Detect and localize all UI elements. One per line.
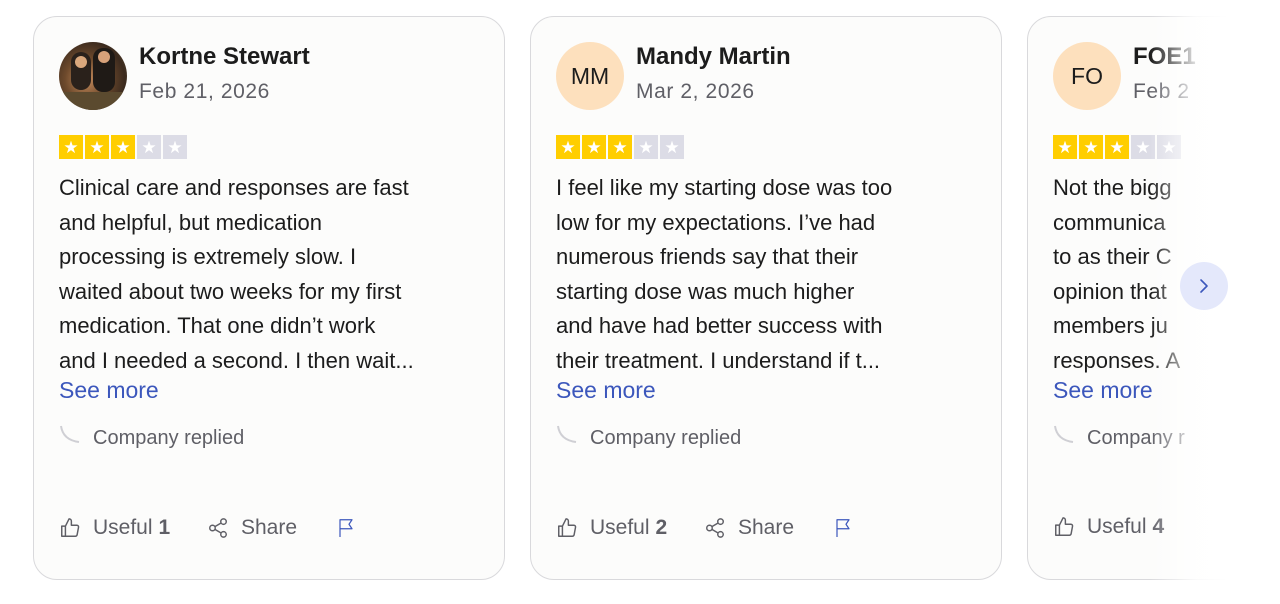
share-label: Share	[738, 516, 795, 539]
review-text: Clinical care and responses are fast and…	[59, 171, 479, 378]
star-icon: ★	[1053, 135, 1077, 159]
reviewer-name[interactable]: Mandy Martin	[636, 43, 791, 71]
useful-count: 1	[158, 516, 171, 539]
star-icon: ★	[59, 135, 83, 159]
review-text-line: Clinical care and responses are fast	[59, 175, 409, 200]
star-icon: ★	[137, 135, 161, 159]
see-more-link[interactable]: See more	[1053, 377, 1153, 404]
chevron-right-icon	[1200, 279, 1208, 293]
star-icon: ★	[163, 135, 187, 159]
review-actions: Useful 1 Share	[59, 515, 367, 541]
share-icon	[706, 518, 724, 538]
review-text-line: medication. That one didn’t work	[59, 313, 376, 338]
star-icon: ★	[634, 135, 658, 159]
flag-icon	[339, 519, 353, 537]
star-rating: ★ ★ ★ ★ ★	[59, 135, 187, 159]
company-replied-toggle[interactable]: Company r	[1053, 425, 1185, 450]
company-replied-toggle[interactable]: Company replied	[556, 425, 742, 450]
useful-count: 4	[1152, 515, 1165, 538]
share-button[interactable]: Share	[704, 516, 834, 540]
review-date: Feb 21, 2026	[139, 80, 270, 103]
thumbs-up-icon	[558, 518, 577, 537]
review-text-line: I feel like my starting dose was too	[556, 175, 893, 200]
review-text-line: and have had better success with	[556, 313, 883, 338]
useful-button[interactable]: Useful 4	[1053, 515, 1201, 539]
reply-curve-icon	[60, 425, 80, 443]
star-icon: ★	[582, 135, 606, 159]
reply-curve-icon	[557, 425, 577, 443]
review-text-line: and I needed a second. I then wait...	[59, 347, 414, 373]
company-replied-toggle[interactable]: Company replied	[59, 425, 245, 450]
star-icon: ★	[85, 135, 109, 159]
useful-label: Useful	[1087, 515, 1147, 538]
star-icon: ★	[608, 135, 632, 159]
star-icon: ★	[1157, 135, 1181, 159]
review-text-line: members ju	[1053, 313, 1168, 338]
see-more-link[interactable]: See more	[556, 377, 656, 404]
useful-label: Useful	[93, 516, 153, 539]
share-icon	[209, 518, 227, 538]
useful-label: Useful	[590, 516, 650, 539]
review-text-line: responses. A	[1053, 347, 1181, 373]
star-icon: ★	[556, 135, 580, 159]
star-icon: ★	[111, 135, 135, 159]
star-icon: ★	[660, 135, 684, 159]
star-rating: ★ ★ ★ ★ ★	[1053, 135, 1181, 159]
thumbs-up-icon	[61, 518, 80, 537]
review-actions: Useful 4	[1053, 515, 1201, 539]
share-label: Share	[241, 516, 298, 539]
review-text-line: to as their C	[1053, 244, 1172, 269]
carousel-next-button[interactable]	[1180, 262, 1228, 310]
review-text-line: opinion that	[1053, 278, 1167, 304]
avatar[interactable]	[59, 42, 127, 110]
star-rating: ★ ★ ★ ★ ★	[556, 135, 684, 159]
company-replied-label: Company replied	[93, 427, 245, 449]
useful-button[interactable]: Useful 1	[59, 516, 207, 540]
review-card: Kortne Stewart Feb 21, 2026 ★ ★ ★ ★ ★ Cl…	[33, 16, 505, 580]
report-button[interactable]	[834, 515, 864, 541]
review-date: Feb 2	[1133, 80, 1190, 103]
review-text-line: processing is extremely slow. I	[59, 244, 357, 269]
reply-curve-icon	[1054, 425, 1074, 443]
review-text: I feel like my starting dose was too low…	[556, 171, 976, 378]
thumbs-up-icon	[1055, 517, 1074, 536]
share-button[interactable]: Share	[207, 516, 337, 540]
review-text-line: communica	[1053, 209, 1166, 235]
review-text-line: starting dose was much higher	[556, 278, 855, 304]
review-text-line: numerous friends say that their	[556, 244, 859, 269]
review-text: Not the bigg communica to as their C opi…	[1053, 171, 1280, 378]
flag-icon	[836, 519, 850, 537]
review-actions: Useful 2 Share	[556, 515, 864, 541]
review-text-line: waited about two weeks for my first	[59, 278, 402, 304]
useful-count: 2	[655, 516, 668, 539]
report-button[interactable]	[337, 515, 367, 541]
see-more-link[interactable]: See more	[59, 377, 159, 404]
review-text-line: their treatment. I understand if t...	[556, 347, 881, 373]
company-replied-label: Company r	[1087, 427, 1185, 449]
star-icon: ★	[1079, 135, 1103, 159]
reviews-carousel: Kortne Stewart Feb 21, 2026 ★ ★ ★ ★ ★ Cl…	[0, 0, 1280, 604]
review-text-line: and helpful, but medication	[59, 209, 322, 235]
avatar[interactable]: FO	[1053, 42, 1121, 110]
avatar[interactable]: MM	[556, 42, 624, 110]
star-icon: ★	[1105, 135, 1129, 159]
review-text-line: low for my expectations. I’ve had	[556, 209, 876, 235]
review-date: Mar 2, 2026	[636, 80, 755, 103]
reviewer-name[interactable]: Kortne Stewart	[139, 43, 310, 71]
review-card: MM Mandy Martin Mar 2, 2026 ★ ★ ★ ★ ★ I …	[530, 16, 1002, 580]
review-text-line: Not the bigg	[1053, 175, 1172, 200]
star-icon: ★	[1131, 135, 1155, 159]
company-replied-label: Company replied	[590, 427, 742, 449]
reviewer-name[interactable]: FOE1	[1133, 43, 1196, 71]
review-card: FO FOE1 Feb 2 ★ ★ ★ ★ ★ Not the bigg com…	[1027, 16, 1280, 580]
useful-button[interactable]: Useful 2	[556, 516, 704, 540]
